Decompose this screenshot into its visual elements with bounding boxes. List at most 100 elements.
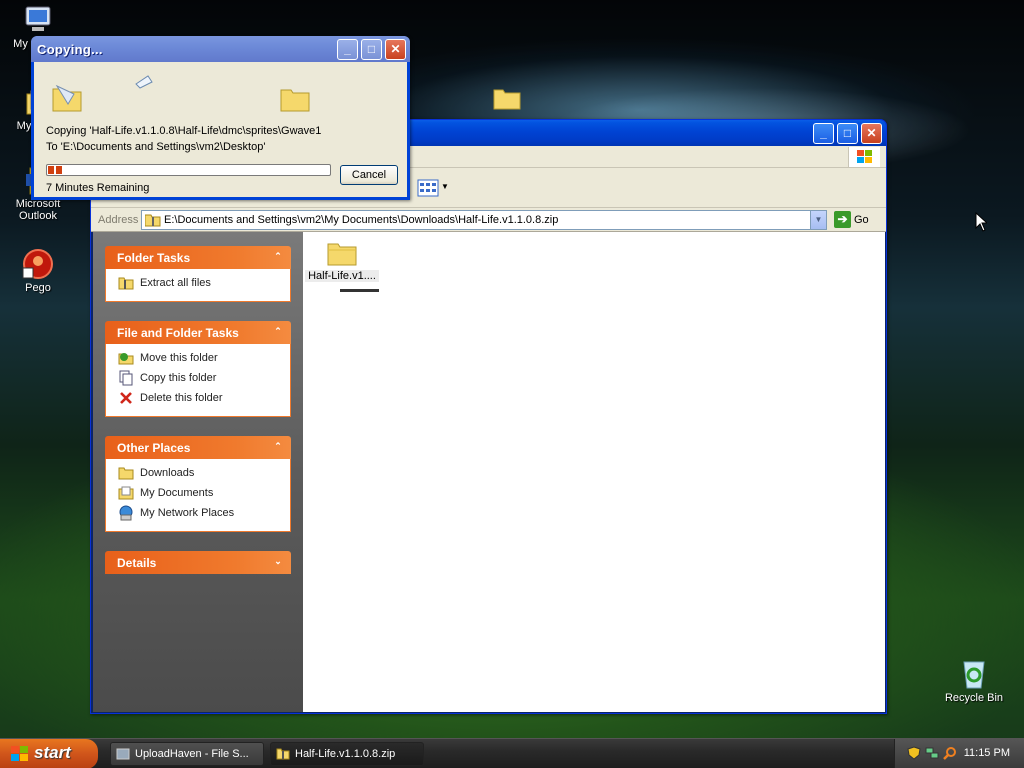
folder-item[interactable]: Half-Life.v1.... (305, 240, 379, 292)
desktop-icon-label: Microsoft Outlook (15, 198, 61, 222)
folder-tasks-panel: Folder Tasks ⌃ Extract all files (105, 246, 291, 302)
computer-icon (25, 6, 51, 31)
desktop-icon-recycle-bin[interactable]: Recycle Bin (936, 656, 1012, 704)
desktop-folder-icon[interactable] (493, 86, 521, 110)
panel-item-label: Downloads (140, 467, 195, 479)
explorer-window[interactable]: _ □ ✕ ▼ Address E:\Documents and Setting… (90, 119, 887, 714)
downloads-link[interactable]: Downloads (118, 465, 280, 485)
mouse-cursor-icon (975, 212, 987, 232)
extract-icon (118, 277, 134, 290)
panel-item-label: My Documents (140, 487, 214, 499)
desktop-icon-pego[interactable]: Pego (0, 248, 76, 294)
minimize-button[interactable]: _ (337, 39, 358, 60)
delete-x-icon (120, 392, 132, 405)
panel-item-label: Delete this folder (140, 392, 223, 404)
start-button[interactable]: start (0, 739, 98, 768)
taskbar-item-label: UploadHaven - File S... (135, 748, 249, 760)
move-icon (118, 353, 134, 365)
file-folder-tasks-panel: File and Folder Tasks ⌃ Move this folder… (105, 321, 291, 417)
address-dropdown-button[interactable]: ▼ (810, 211, 826, 229)
flying-document-icon (135, 75, 153, 89)
copy-progress-bar (46, 164, 331, 176)
close-button[interactable]: ✕ (861, 123, 882, 144)
panel-title: File and Folder Tasks (117, 326, 239, 340)
views-button[interactable]: ▼ (417, 179, 449, 199)
recycle-bin-icon (963, 661, 985, 689)
clock: 11:15 PM (963, 747, 1010, 759)
other-places-body: Downloads My Documents My Network Places (105, 459, 291, 532)
collapse-chevron-icon[interactable]: ⌃ (271, 249, 285, 263)
destination-folder-icon (280, 89, 310, 112)
taskbar-item-uploadhaven[interactable]: UploadHaven - File S... (110, 742, 264, 766)
shield-icon[interactable] (907, 746, 921, 760)
rename-underline (340, 289, 379, 292)
move-folder-link[interactable]: Move this folder (118, 350, 280, 370)
collapse-chevron-icon[interactable]: ⌃ (271, 324, 285, 338)
time-remaining-text: 7 Minutes Remaining (46, 182, 150, 194)
folder-tasks-header[interactable]: Folder Tasks ⌃ (105, 246, 291, 269)
network-icon (119, 505, 133, 521)
source-folder-icon (52, 84, 82, 112)
copy-dialog-title: Copying... (37, 42, 103, 57)
address-value: E:\Documents and Settings\vm2\My Documen… (164, 214, 559, 226)
panel-item-label: Extract all files (140, 277, 211, 289)
go-button[interactable]: ➔ Go (834, 211, 869, 229)
panel-title: Folder Tasks (117, 251, 191, 265)
panel-title: Details (117, 556, 157, 570)
copy-dialog-titlebar[interactable]: Copying... _ □ ✕ (31, 36, 410, 62)
address-label: Address (98, 214, 139, 226)
panel-item-label: Move this folder (140, 352, 218, 364)
go-arrow-icon: ➔ (834, 211, 851, 228)
file-list-area[interactable]: Half-Life.v1.... (303, 232, 885, 712)
copy-folder-link[interactable]: Copy this folder (118, 370, 280, 390)
views-icon (417, 179, 439, 197)
network-icon[interactable] (925, 746, 939, 760)
system-tray: 11:15 PM (894, 739, 1024, 768)
delete-folder-link[interactable]: Delete this folder (118, 390, 280, 410)
windows-flag-icon (11, 746, 28, 761)
copy-progress-dialog[interactable]: Copying... _ □ ✕ Copying 'Half-Life.v1.1… (31, 36, 410, 200)
address-bar: Address E:\Documents and Settings\vm2\My… (91, 208, 886, 232)
extract-all-files-link[interactable]: Extract all files (118, 275, 280, 295)
panel-item-label: Copy this folder (140, 372, 217, 384)
address-input[interactable]: E:\Documents and Settings\vm2\My Documen… (141, 210, 827, 230)
copy-icon (119, 370, 133, 386)
magnifier-icon[interactable] (943, 746, 957, 760)
close-button[interactable]: ✕ (385, 39, 406, 60)
cancel-label: Cancel (351, 169, 387, 181)
windows-logo-icon (848, 147, 880, 167)
taskbar-item-label: Half-Life.v1.1.0.8.zip (295, 748, 396, 760)
desktop-icon-label: My (16, 120, 32, 132)
go-label: Go (854, 213, 869, 226)
my-documents-link[interactable]: My Documents (118, 485, 280, 505)
collapse-chevron-icon[interactable]: ⌃ (271, 439, 285, 453)
copy-source-text: Copying 'Half-Life.v1.1.0.8\Half-Life\dm… (46, 125, 322, 137)
maximize-button[interactable]: □ (361, 39, 382, 60)
task-pane: Folder Tasks ⌃ Extract all files File an… (93, 232, 303, 712)
minimize-button[interactable]: _ (813, 123, 834, 144)
panel-title: Other Places (117, 441, 191, 455)
maximize-button[interactable]: □ (837, 123, 858, 144)
file-folder-tasks-header[interactable]: File and Folder Tasks ⌃ (105, 321, 291, 344)
start-label: start (34, 743, 71, 762)
details-header[interactable]: Details ⌄ (105, 551, 291, 574)
zip-folder-icon (145, 214, 161, 227)
progress-fill (48, 166, 63, 174)
cancel-button[interactable]: Cancel (340, 165, 398, 185)
folder-label: Half-Life.v1.... (305, 270, 379, 282)
desktop-icon-label: Pego (25, 282, 51, 294)
copy-destination-text: To 'E:\Documents and Settings\vm2\Deskto… (46, 141, 266, 153)
chevron-down-icon: ▼ (441, 182, 449, 191)
other-places-header[interactable]: Other Places ⌃ (105, 436, 291, 459)
expand-chevron-icon[interactable]: ⌄ (271, 554, 285, 568)
folder-tasks-body: Extract all files (105, 269, 291, 302)
folder-icon (118, 467, 134, 480)
pego-icon (22, 249, 53, 279)
desktop-icon-label: Recycle Bin (944, 692, 1004, 704)
taskbar-item-half-life-zip[interactable]: Half-Life.v1.1.0.8.zip (270, 742, 424, 766)
browser-icon (116, 748, 130, 760)
panel-item-label: My Network Places (140, 507, 235, 519)
details-panel: Details ⌄ (105, 551, 291, 574)
my-network-places-link[interactable]: My Network Places (118, 505, 280, 525)
zip-folder-icon (276, 748, 290, 760)
